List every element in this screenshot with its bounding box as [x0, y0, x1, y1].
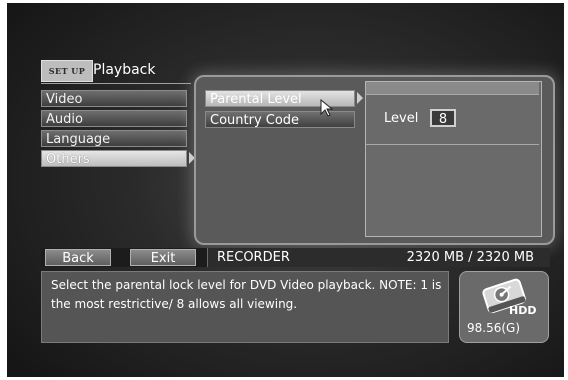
- hdd-label: HDD: [509, 304, 537, 317]
- mode-label: RECORDER: [217, 250, 290, 265]
- back-button[interactable]: Back: [45, 249, 111, 266]
- value-panel-header: [366, 82, 539, 95]
- hdd-free-space: 98.56(G): [467, 321, 521, 335]
- menu-item-audio[interactable]: Audio: [41, 110, 187, 127]
- level-label: Level: [384, 111, 419, 126]
- submenu-arrow-icon: [357, 92, 363, 104]
- menu-item-others[interactable]: Others: [41, 150, 187, 167]
- setup-tag: SET UP: [41, 60, 93, 82]
- level-value-box[interactable]: 8: [430, 109, 456, 127]
- capacity-label: 2320 MB / 2320 MB: [406, 250, 534, 265]
- header-divider: [41, 83, 191, 84]
- menu-item-language[interactable]: Language: [41, 130, 187, 147]
- value-panel-divider: [366, 144, 539, 145]
- menu-item-video[interactable]: Video: [41, 90, 187, 107]
- help-text: Select the parental lock level for DVD V…: [51, 278, 442, 311]
- tv-screen: SET UP Playback Video Audio Language Oth…: [7, 3, 564, 377]
- value-panel: [365, 81, 542, 237]
- pointer-cursor-icon: [320, 99, 334, 117]
- section-title: Playback: [93, 62, 156, 78]
- exit-button[interactable]: Exit: [130, 249, 196, 266]
